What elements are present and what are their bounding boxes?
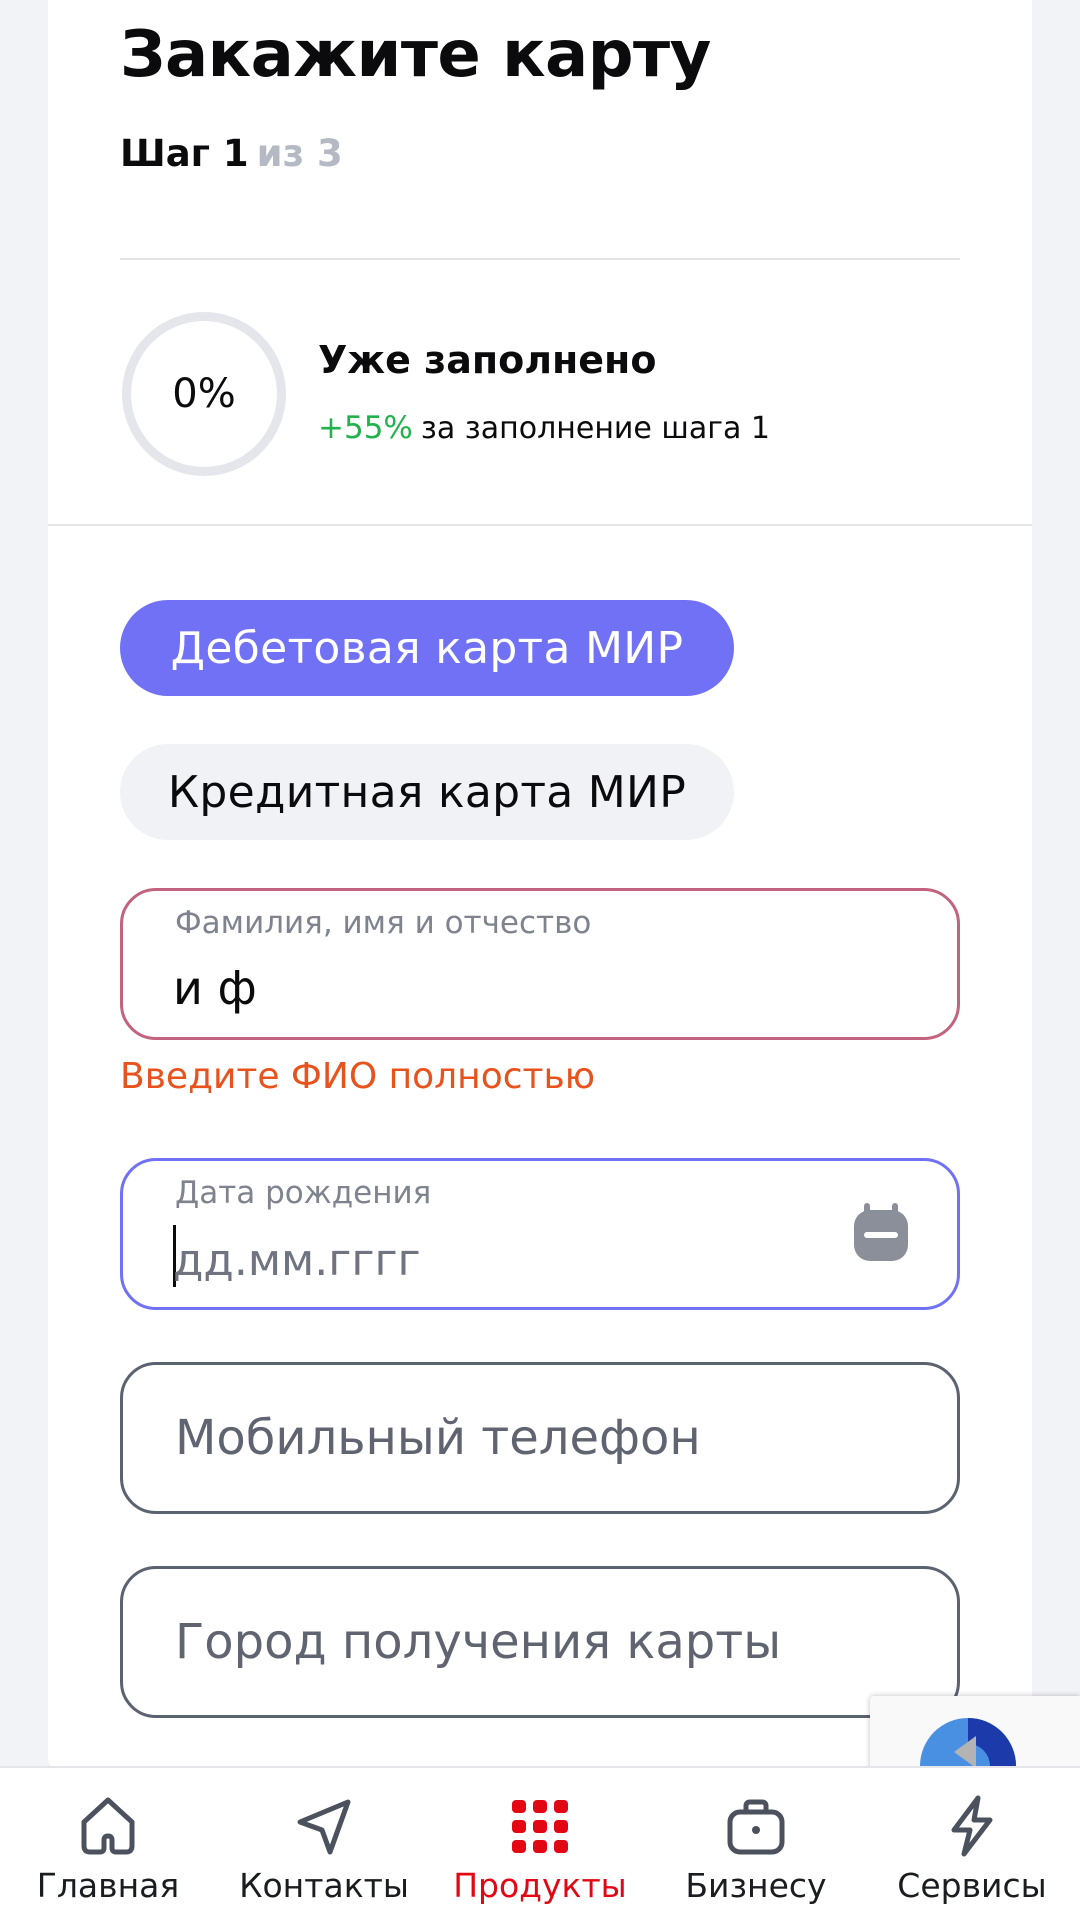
divider: [120, 258, 960, 260]
nav-contacts[interactable]: Контакты: [216, 1768, 432, 1920]
progress-bonus: +55%: [318, 410, 413, 446]
step-total: из 3: [256, 132, 343, 175]
nav-services[interactable]: Сервисы: [864, 1768, 1080, 1920]
credit-card-option[interactable]: Кредитная карта МИР: [120, 744, 734, 840]
fio-label: Фамилия, имя и отчество: [175, 905, 592, 941]
home-icon: [81, 1797, 135, 1855]
nav-business[interactable]: Бизнесу: [648, 1768, 864, 1920]
nav-services-label: Сервисы: [897, 1866, 1047, 1905]
calendar-icon[interactable]: [852, 1201, 910, 1263]
fio-error-message: Введите ФИО полностью: [120, 1056, 596, 1097]
send-icon: [297, 1799, 351, 1855]
city-field[interactable]: Город получения карты: [120, 1566, 960, 1718]
birth-date-label: Дата рождения: [175, 1175, 432, 1211]
nav-products-label: Продукты: [453, 1866, 627, 1905]
city-placeholder[interactable]: Город получения карты: [175, 1569, 781, 1715]
nav-products[interactable]: Продукты: [432, 1768, 648, 1920]
birth-date-field[interactable]: Дата рождения дд.мм.гггг: [120, 1158, 960, 1310]
step-current: Шаг 1: [120, 132, 249, 175]
progress-subtitle: +55% за заполнение шага 1: [318, 410, 770, 446]
debit-card-option[interactable]: Дебетовая карта МИР: [120, 600, 734, 696]
page: Закажите карту Шаг 1 из 3 0% Уже заполнен…: [0, 0, 1080, 1920]
progress-bonus-text: за заполнение шага 1: [420, 411, 771, 446]
phone-placeholder[interactable]: Мобильный телефон: [175, 1365, 701, 1511]
page-title: Закажите карту: [120, 18, 711, 92]
lightning-icon: [951, 1795, 993, 1857]
nav-home[interactable]: Главная: [0, 1768, 216, 1920]
birth-date-placeholder[interactable]: дд.мм.гггг: [173, 1235, 421, 1286]
nav-contacts-label: Контакты: [239, 1866, 409, 1905]
briefcase-icon: [727, 1799, 785, 1855]
bottom-navigation: Главная Контакты Продукты Бизнесу Сервис…: [0, 1766, 1080, 1920]
grid-icon: [512, 1800, 568, 1853]
progress-percent: 0%: [172, 371, 236, 417]
progress-title: Уже заполнено: [318, 338, 657, 382]
step-indicator: Шаг 1 из 3: [120, 132, 343, 175]
fio-field[interactable]: Фамилия, имя и отчество и ф: [120, 888, 960, 1040]
section-divider: [48, 524, 1032, 526]
fio-value[interactable]: и ф: [173, 961, 257, 1015]
nav-home-label: Главная: [36, 1866, 180, 1905]
nav-business-label: Бизнесу: [685, 1866, 827, 1905]
phone-field[interactable]: Мобильный телефон: [120, 1362, 960, 1514]
